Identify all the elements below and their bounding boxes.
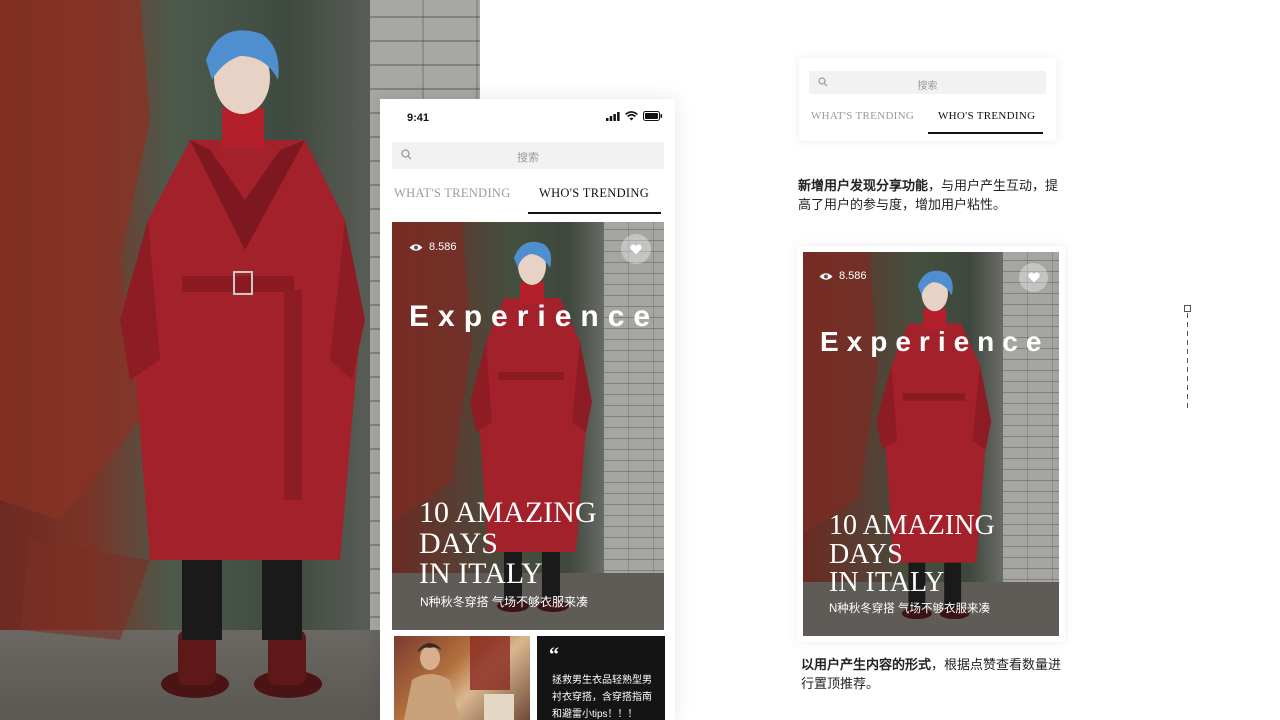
tab-whats-trending[interactable]: WHAT'S TRENDING [394, 186, 511, 201]
post-thumbnail[interactable] [394, 636, 530, 720]
status-time: 9:41 [407, 112, 430, 124]
thumbnail-figure [404, 636, 514, 720]
detail-tab-underline [928, 132, 1043, 134]
heart-icon [630, 243, 642, 254]
status-bar: 9:41 [380, 99, 675, 135]
battery-icon [643, 111, 663, 121]
card-headline: 10 AMAZING DAYS IN ITALY [419, 496, 597, 591]
tab-whos-trending[interactable]: WHO'S TRENDING [539, 186, 649, 201]
detail-tab-whats-trending[interactable]: WHAT'S TRENDING [811, 110, 914, 122]
detail-card-headline: 10 AMAZING DAYS IN ITALY [829, 510, 995, 599]
card-title: Experience [409, 300, 660, 333]
feature-card[interactable]: 8.586 Experience 10 AMAZING DAYS IN ITAL… [392, 222, 664, 630]
detail-heart-icon [1027, 272, 1040, 283]
search-placeholder: 搜索 [517, 152, 539, 164]
quote-mark: “ [549, 644, 559, 666]
like-button[interactable] [621, 234, 651, 264]
eye-icon [409, 243, 423, 251]
signal-icon [606, 111, 620, 121]
search-input[interactable]: 搜索 [392, 142, 664, 169]
quote-card[interactable]: “ 拯救男生衣品轻熟型男衬衣穿搭，含穿搭指南和避雷小tips！！！ [537, 636, 665, 720]
trending-tabs: WHAT'S TRENDING WHO'S TRENDING [392, 183, 664, 215]
headline-line-3: IN ITALY [419, 557, 543, 591]
detail-eye-icon [819, 272, 833, 280]
detail-feature-card[interactable]: 8.586 Experience 10 AMAZING DAYS IN ITAL… [803, 252, 1059, 636]
view-count-value: 8.586 [429, 241, 457, 253]
detail-search-input[interactable]: 搜索 [809, 71, 1046, 94]
card-detail-frame: 8.586 Experience 10 AMAZING DAYS IN ITAL… [797, 246, 1065, 642]
status-icons [606, 111, 663, 121]
dashed-scroll-marker [1184, 305, 1191, 409]
phone-mockup: 9:41 搜索 WHAT'S TRENDING WHO'S TRENDING 8… [380, 99, 675, 720]
tabs-detail-panel: 搜索 WHAT'S TRENDING WHO'S TRENDING [799, 58, 1056, 141]
feature-description-1: 新增用户发现分享功能，与用户产生互动，提高了用户的参与度，增加用户粘性。 [798, 176, 1070, 214]
headline-line-1: 10 AMAZING [419, 496, 597, 529]
detail-headline-line-1: 10 AMAZING [829, 510, 995, 541]
detail-view-count: 8.586 [819, 270, 867, 282]
description-2-bold: 以用户产生内容的形式 [801, 657, 932, 672]
card-subtitle: N种秋冬穿搭 气场不够衣服来凑 [420, 595, 589, 609]
wifi-icon [625, 111, 638, 121]
detail-like-button[interactable] [1019, 263, 1048, 292]
detail-headline-line-3: IN ITALY [829, 567, 945, 599]
view-count: 8.586 [409, 241, 457, 253]
detail-headline-line-2: DAYS [829, 538, 903, 570]
active-tab-underline [528, 212, 661, 214]
feature-description-2: 以用户产生内容的形式，根据点赞查看数量进行置顶推荐。 [801, 655, 1073, 693]
detail-view-count-value: 8.586 [839, 270, 867, 282]
description-1-bold: 新增用户发现分享功能 [798, 178, 929, 193]
headline-line-2: DAYS [419, 526, 498, 560]
detail-card-title: Experience [820, 326, 1050, 357]
quote-text: 拯救男生衣品轻熟型男衬衣穿搭，含穿搭指南和避雷小tips！！！ [552, 675, 652, 720]
detail-search-placeholder: 搜索 [917, 81, 938, 92]
detail-card-subtitle: N种秋冬穿搭 气场不够衣服来凑 [829, 603, 990, 615]
detail-tab-whos-trending[interactable]: WHO'S TRENDING [938, 110, 1035, 122]
